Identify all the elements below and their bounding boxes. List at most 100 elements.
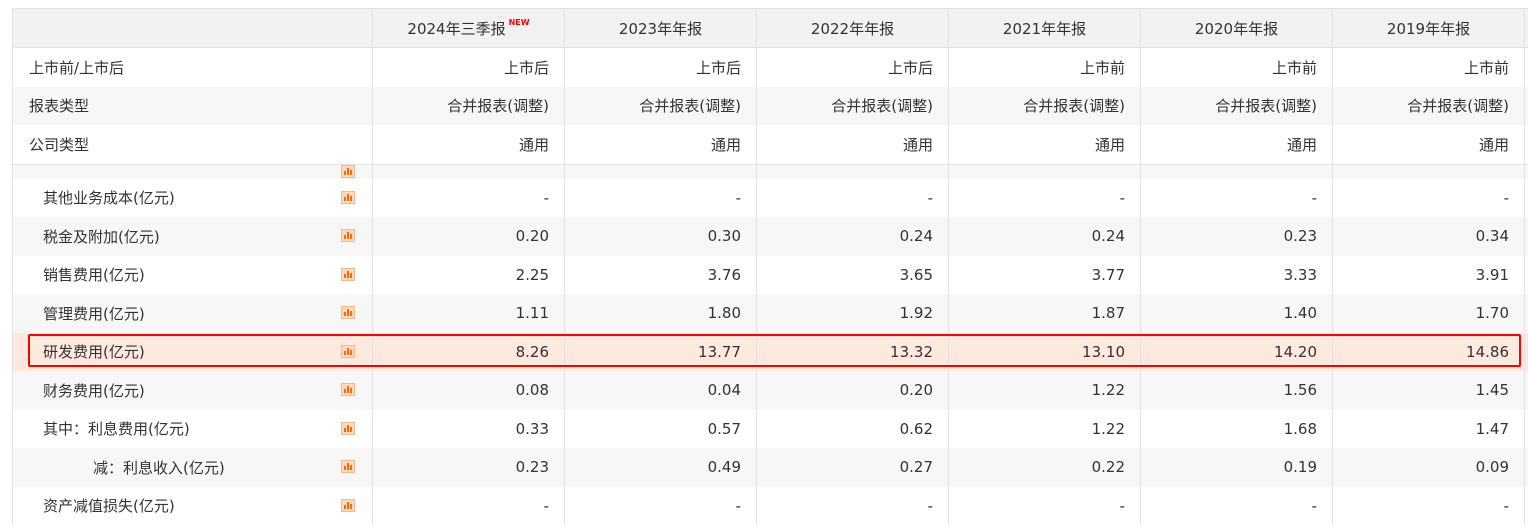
value-cell: 13.10 [949,333,1141,372]
value-cell: 通用 [1141,125,1333,164]
value-cell: 上市前 [1333,48,1525,87]
value-cell: - [757,487,949,525]
value-cell: 1.40 [1141,294,1333,333]
column-header[interactable]: 2020年年报 [1141,9,1333,47]
column-title: 2021年年报 [1003,18,1086,39]
row-label-text: 销售费用(亿元) [43,264,145,285]
row-label-text: 公司类型 [29,134,89,155]
value-cell: 1.11 [373,294,565,333]
table-row: 管理费用(亿元)1.111.801.921.871.401.70 [13,294,1528,333]
value-cell: 通用 [1333,125,1525,164]
bar-chart-icon[interactable] [341,345,355,358]
table-row: 资产减值损失(亿元)------ [13,487,1528,525]
financial-table: 2024年三季报NEW 2023年年报 2022年年报 2021年年报 2020年年报 2… [12,8,1528,525]
value-cell: 通用 [373,125,565,164]
column-header[interactable]: 2021年年报 [949,9,1141,47]
value-cell: 1.87 [949,294,1141,333]
value-cell: - [1141,179,1333,218]
row-label: 上市前/上市后 [13,48,373,87]
value-cell: 0.62 [757,410,949,449]
value-cell [565,165,757,179]
value-cell: 合并报表(调整) [949,87,1141,126]
value-cell: - [949,179,1141,218]
column-title: 2023年年报 [619,18,702,39]
value-cell: 0.30 [565,217,757,256]
column-header[interactable]: 2022年年报 [757,9,949,47]
bar-chart-icon[interactable] [341,499,355,512]
row-label-text: 减：利息收入(亿元) [93,457,225,478]
value-cell: 1.22 [949,371,1141,410]
value-cell [1141,165,1333,179]
value-cell: 0.33 [373,410,565,449]
value-cell: - [565,179,757,218]
value-cell: 0.27 [757,448,949,487]
value-cell: 合并报表(调整) [1333,87,1525,126]
value-cell [949,165,1141,179]
value-cell: - [373,179,565,218]
row-label: 管理费用(亿元) [13,294,373,333]
bar-chart-icon[interactable] [341,306,355,319]
bar-chart-icon[interactable] [341,268,355,281]
table-header: 2024年三季报NEW 2023年年报 2022年年报 2021年年报 2020年年报 2… [13,9,1528,48]
row-label-text: 其中：利息费用(亿元) [43,418,190,439]
bar-chart-icon[interactable] [341,165,355,178]
table-row: 减：利息收入(亿元)0.230.490.270.220.190.09 [13,448,1528,487]
row-label-text: 报表类型 [29,95,89,116]
row-label: 研发费用(亿元) [13,333,373,372]
table-row: 上市前/上市后上市后上市后上市后上市前上市前上市前 [13,48,1528,87]
value-cell: 3.33 [1141,256,1333,295]
column-title: 2022年年报 [811,18,894,39]
value-cell: - [1333,487,1525,525]
row-label: 减：利息收入(亿元) [13,448,373,487]
value-cell [373,165,565,179]
column-title: 2019年年报 [1387,18,1470,39]
value-cell: 0.49 [565,448,757,487]
column-header[interactable]: 2023年年报 [565,9,757,47]
value-cell: 0.20 [373,217,565,256]
value-cell: - [949,487,1141,525]
value-cell: 上市前 [949,48,1141,87]
value-cell: 3.65 [757,256,949,295]
value-cell: - [757,179,949,218]
value-cell: 上市后 [757,48,949,87]
row-label-text: 资产减值损失(亿元) [43,495,175,516]
bar-chart-icon[interactable] [341,229,355,242]
value-cell: 1.68 [1141,410,1333,449]
value-cell: 1.47 [1333,410,1525,449]
value-cell: 上市后 [565,48,757,87]
value-cell: 0.09 [1333,448,1525,487]
table-row: 研发费用(亿元)8.2613.7713.3213.1014.2014.86 [13,333,1528,372]
column-header[interactable]: 2019年年报 [1333,9,1525,47]
value-cell: 合并报表(调整) [757,87,949,126]
value-cell: 0.23 [373,448,565,487]
row-label-text: 上市前/上市后 [29,57,124,78]
value-cell: 0.34 [1333,217,1525,256]
row-label: 财务费用(亿元) [13,371,373,410]
value-cell: 14.86 [1333,333,1525,372]
column-header[interactable]: 2024年三季报NEW [373,9,565,47]
value-cell: 13.77 [565,333,757,372]
value-cell: 合并报表(调整) [565,87,757,126]
bar-chart-icon[interactable] [341,191,355,204]
row-label: 资产减值损失(亿元) [13,487,373,525]
row-label: 其他业务成本(亿元) [13,179,373,218]
bar-chart-icon[interactable] [341,460,355,473]
value-cell: 0.08 [373,371,565,410]
value-cell: 3.77 [949,256,1141,295]
row-label: 税金及附加(亿元) [13,217,373,256]
table-row: 财务费用(亿元)0.080.040.201.221.561.45 [13,371,1528,410]
value-cell: 3.91 [1333,256,1525,295]
value-cell: 通用 [565,125,757,164]
value-cell: 0.04 [565,371,757,410]
value-cell: 1.22 [949,410,1141,449]
value-cell: 上市后 [373,48,565,87]
bar-chart-icon[interactable] [341,422,355,435]
value-cell: 上市前 [1141,48,1333,87]
value-cell: 合并报表(调整) [1141,87,1333,126]
table-row: 税金及附加(亿元)0.200.300.240.240.230.34 [13,217,1528,256]
value-cell: 0.57 [565,410,757,449]
row-label-text: 税金及附加(亿元) [43,226,160,247]
value-cell: 13.32 [757,333,949,372]
bar-chart-icon[interactable] [341,383,355,396]
value-cell: 0.19 [1141,448,1333,487]
